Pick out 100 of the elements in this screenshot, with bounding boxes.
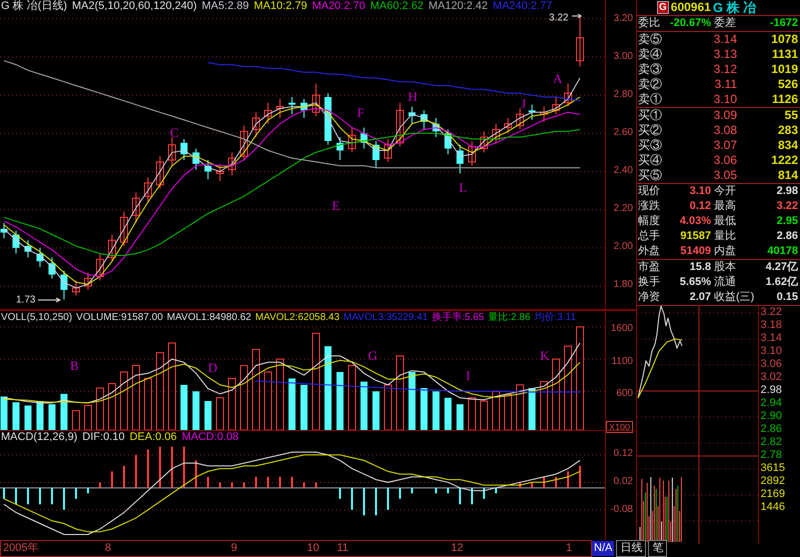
- order-label: 买①: [637, 108, 663, 123]
- bar: [99, 482, 101, 488]
- market-badge: G: [657, 1, 669, 14]
- bar: [348, 365, 356, 430]
- bar: [351, 488, 353, 510]
- candlestick: [108, 234, 116, 262]
- bar: [0, 396, 8, 430]
- axis-label: 3.22: [760, 306, 783, 319]
- candlestick: [492, 123, 500, 144]
- bar: [192, 391, 200, 430]
- bar: [528, 388, 536, 430]
- legend-label: VOLUME:91587.00: [76, 311, 163, 324]
- order-label: 买④: [637, 153, 663, 168]
- quote-label: 内盘: [713, 244, 737, 259]
- axis-label: 1100: [610, 356, 633, 368]
- order-volume: 1078: [770, 32, 799, 47]
- bar: [483, 488, 485, 499]
- quote-value: 3.22: [776, 199, 799, 214]
- period-tab[interactable]: 日线: [616, 540, 646, 557]
- bar: [459, 488, 461, 504]
- bar: [228, 378, 236, 430]
- candlestick: [216, 163, 224, 182]
- bar: [87, 488, 89, 494]
- bar: [531, 482, 533, 488]
- axis-label: 1600: [610, 323, 633, 335]
- candlestick: [576, 14, 584, 67]
- quote-label: 最高: [713, 199, 737, 214]
- axis-label: 2.82: [760, 436, 783, 449]
- bar: [255, 476, 257, 488]
- candlestick: [564, 83, 572, 108]
- candlestick: [384, 138, 392, 162]
- bar: [447, 488, 449, 494]
- price-high-label: 3.22: [549, 13, 568, 24]
- quote-value: 40178: [766, 244, 799, 259]
- bar: [36, 400, 44, 430]
- quote-value: 4.27亿: [764, 260, 799, 275]
- axis-label: 3.18: [760, 319, 783, 332]
- bar: [495, 488, 497, 494]
- bar: [144, 378, 152, 430]
- axis-label: 3.10: [760, 345, 783, 358]
- date-label: 12: [451, 541, 464, 556]
- date-label: 1: [566, 541, 572, 556]
- quote-label: 外盘: [637, 244, 661, 259]
- quote-label: 幅度: [637, 214, 661, 229]
- quote-value: 15.8: [688, 260, 712, 275]
- chart-marker-label: I: [466, 368, 470, 383]
- order-price: 3.08: [712, 123, 737, 138]
- candlestick: [168, 136, 176, 166]
- bar: [312, 332, 320, 430]
- bar: [324, 346, 332, 430]
- bar: [252, 348, 260, 430]
- bar: [471, 488, 473, 504]
- bar: [504, 394, 512, 430]
- bar: [195, 460, 197, 488]
- chart-marker-label: E: [332, 198, 340, 213]
- quote-label: 涨跌: [637, 199, 661, 214]
- order-label: 买③: [637, 138, 663, 153]
- axis-label: 600: [615, 388, 633, 400]
- bar: [219, 482, 221, 488]
- quote-value: -1672: [768, 16, 799, 31]
- status-badge: N/A: [592, 541, 614, 556]
- bar: [135, 454, 137, 488]
- axis-unit-label: X100: [606, 420, 633, 432]
- order-price: 3.06: [712, 153, 737, 168]
- quote-value: 3.10: [688, 184, 712, 199]
- bar: [96, 388, 104, 430]
- quote-label: 换手: [637, 275, 661, 290]
- candlestick: [288, 96, 296, 115]
- axis-label: 1.80: [612, 279, 633, 291]
- axis-label: 2892: [760, 475, 786, 488]
- legend-label: MA10:2.79: [254, 0, 308, 13]
- bar: [387, 488, 389, 510]
- bar: [75, 488, 77, 499]
- legend-label: MA60:2.62: [370, 0, 424, 13]
- period-tab[interactable]: 笔: [648, 540, 668, 557]
- candlestick: [96, 253, 104, 281]
- order-label: 买②: [637, 123, 663, 138]
- candlestick: [468, 140, 476, 166]
- bar: [315, 482, 317, 488]
- chart-marker-label: H: [408, 89, 418, 104]
- order-label: 卖⑤: [637, 32, 663, 47]
- axis-label: 2.86: [760, 423, 783, 436]
- stock-code: 600961: [670, 0, 711, 15]
- quote-label: 委差: [713, 16, 737, 31]
- bar: [411, 488, 413, 494]
- date-label: 9: [231, 541, 238, 556]
- order-volume: 526: [776, 77, 799, 92]
- legend-label: MA20:2.70: [312, 0, 366, 13]
- quote-value: 2.86: [776, 229, 799, 244]
- bar: [120, 371, 128, 430]
- bar: [240, 365, 248, 430]
- quote-label: 收益(三): [713, 290, 756, 305]
- bar: [108, 383, 116, 430]
- order-price: 3.11: [714, 77, 737, 92]
- order-volume: 834: [776, 138, 799, 153]
- legend-label: DEA:0.06: [130, 431, 177, 444]
- bar: [339, 488, 341, 499]
- bar: [159, 446, 161, 488]
- price-low-label: 1.73: [16, 294, 36, 306]
- bar: [360, 382, 368, 430]
